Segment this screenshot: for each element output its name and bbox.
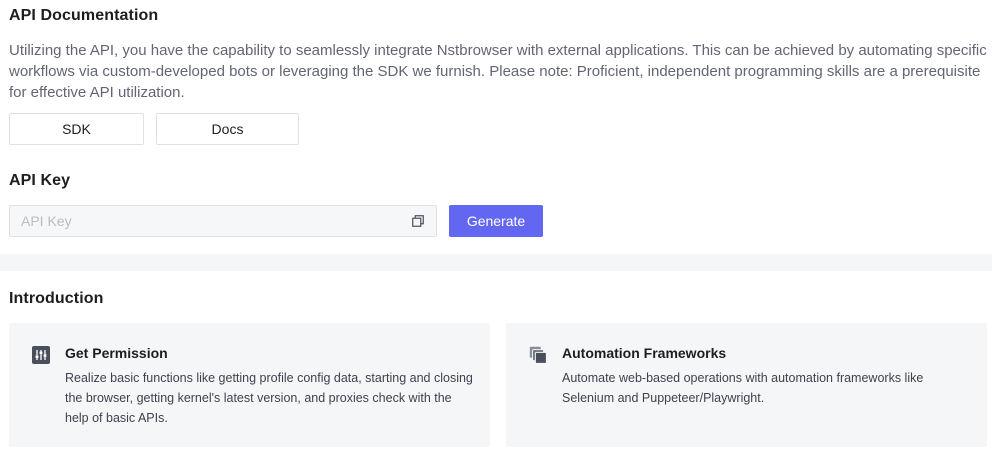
api-key-title: API Key xyxy=(9,172,71,189)
card-text: Automate web-based operations with autom… xyxy=(562,371,924,405)
sliders-icon xyxy=(32,346,50,364)
api-key-field xyxy=(9,205,437,237)
layers-icon xyxy=(529,346,547,364)
card-title: Get Permission xyxy=(65,345,168,361)
sdk-button[interactable]: SDK xyxy=(9,113,144,145)
docs-button[interactable]: Docs xyxy=(156,113,299,145)
automation-frameworks-card: Automation Frameworks Automate web-based… xyxy=(506,323,987,447)
api-documentation-title: API Documentation xyxy=(9,7,159,24)
api-key-input[interactable] xyxy=(10,206,400,236)
section-divider xyxy=(0,254,992,271)
api-documentation-description: Utilizing the API, you have the capabili… xyxy=(9,42,987,101)
generate-button[interactable]: Generate xyxy=(449,205,543,237)
card-text: Realize basic functions like getting pro… xyxy=(65,371,473,425)
card-title: Automation Frameworks xyxy=(562,345,727,361)
api-documentation-section: API Documentation Utilizing the API, you… xyxy=(0,0,992,254)
introduction-section: Introduction Get Permission Realize basi… xyxy=(0,271,992,453)
get-permission-card: Get Permission Realize basic functions l… xyxy=(9,323,490,447)
introduction-title: Introduction xyxy=(9,290,104,307)
copy-icon[interactable] xyxy=(412,215,424,227)
